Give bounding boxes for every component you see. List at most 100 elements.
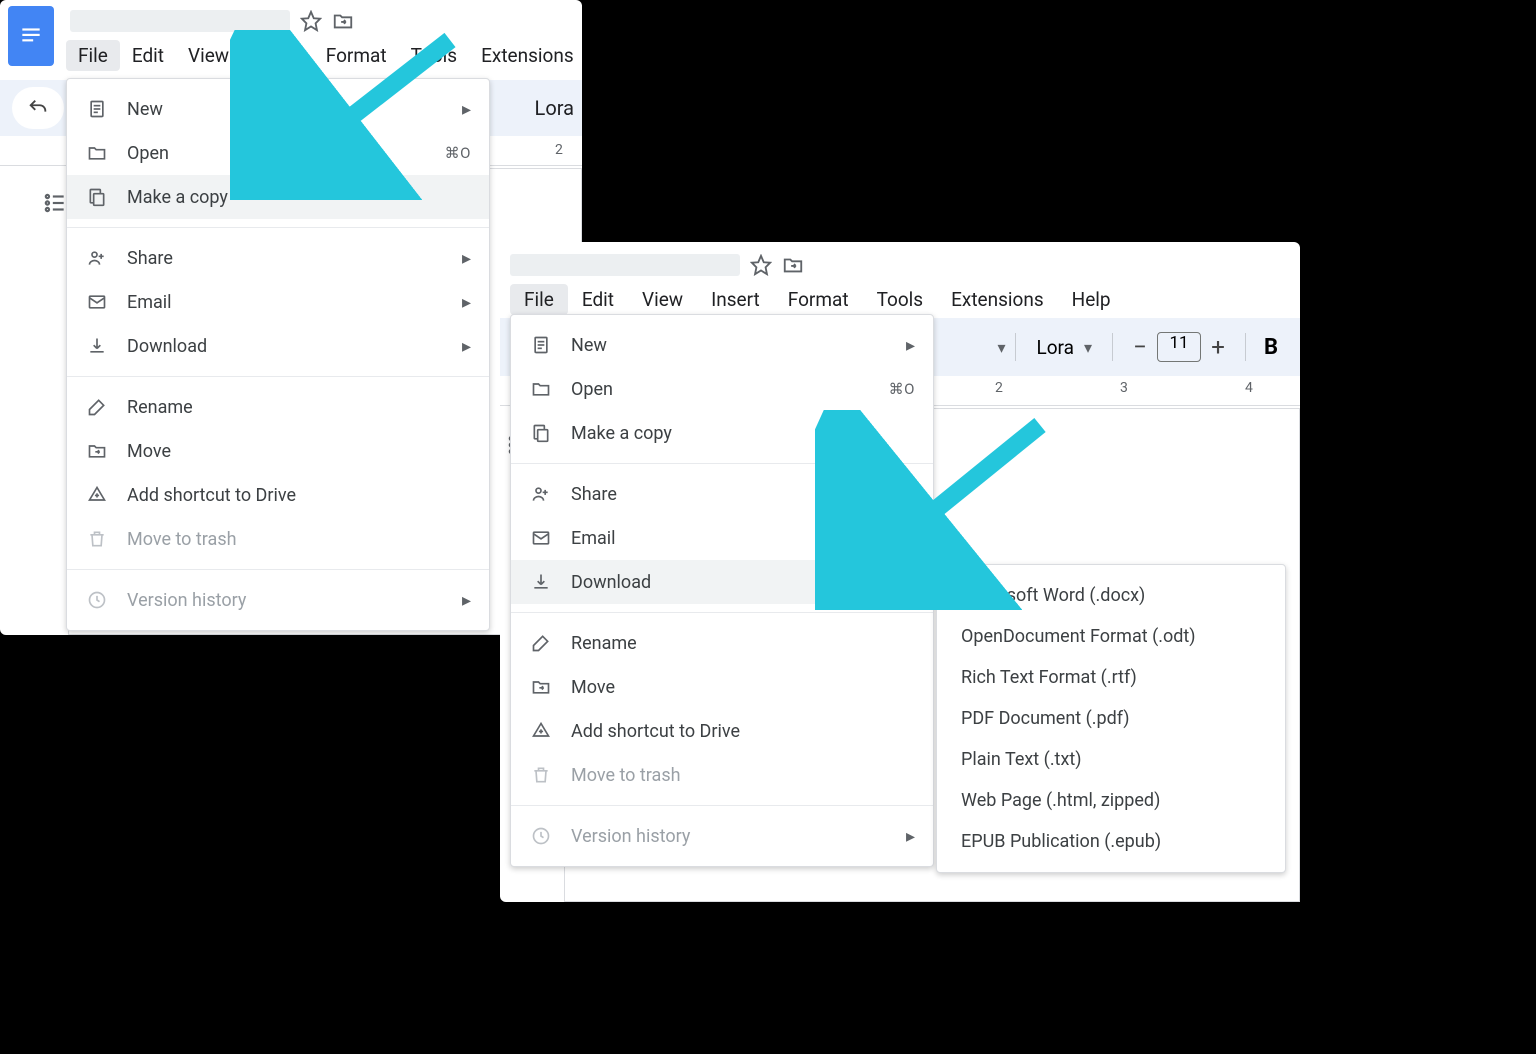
file-menu-rename[interactable]: Rename xyxy=(511,621,933,665)
menu-file[interactable]: File xyxy=(66,40,120,71)
move-icon xyxy=(85,441,109,461)
rename-icon xyxy=(85,397,109,417)
file-menu-email[interactable]: Email ▸ xyxy=(67,280,489,324)
file-menu-version-history: Version history ▸ xyxy=(511,814,933,858)
increase-font-size-button[interactable]: + xyxy=(1201,330,1235,364)
ruler-tick-4: 4 xyxy=(1245,380,1253,396)
star-icon[interactable] xyxy=(300,10,322,32)
file-menu-move[interactable]: Move xyxy=(67,429,489,473)
copy-icon xyxy=(85,187,109,207)
rename-icon xyxy=(529,633,553,653)
ruler-tick-2: 2 xyxy=(995,380,1003,396)
document-icon xyxy=(85,99,109,119)
file-menu-download[interactable]: Download ▸ xyxy=(511,560,933,604)
header: File Edit View Insert Format Tools Exten… xyxy=(500,242,1300,312)
file-menu-dropdown: New ▸ Open ⌘O Make a copy Share ▸ Email … xyxy=(510,314,934,867)
menu-tools[interactable]: Tools xyxy=(399,40,470,71)
file-menu-open[interactable]: Open ⌘O xyxy=(511,367,933,411)
screenshot-1: File Edit View Insert Format Tools Exten… xyxy=(0,0,582,635)
menu-extensions[interactable]: Extensions xyxy=(469,40,586,71)
menu-format[interactable]: Format xyxy=(774,284,863,315)
star-icon[interactable] xyxy=(750,254,772,276)
menu-item-label: Version history xyxy=(127,590,444,611)
menu-item-label: Open xyxy=(127,143,427,164)
folder-icon xyxy=(529,379,553,399)
download-docx[interactable]: Microsoft Word (.docx) xyxy=(937,575,1285,616)
menu-item-label: Download xyxy=(571,572,888,593)
chevron-right-icon: ▸ xyxy=(462,336,471,357)
menu-help[interactable]: Help xyxy=(1058,284,1125,315)
download-rtf[interactable]: Rich Text Format (.rtf) xyxy=(937,657,1285,698)
menu-item-label: Move to trash xyxy=(571,765,915,786)
ruler-tick-2: 2 xyxy=(555,142,563,158)
font-size-input[interactable]: 11 xyxy=(1157,332,1201,362)
email-icon xyxy=(529,528,553,548)
bold-button[interactable]: B xyxy=(1256,335,1286,360)
menu-item-label: Share xyxy=(127,248,444,269)
doc-title-placeholder[interactable] xyxy=(510,254,740,276)
drive-shortcut-icon xyxy=(529,721,553,741)
doc-title-placeholder[interactable] xyxy=(70,10,290,32)
menu-item-label: New xyxy=(127,99,444,120)
move-to-folder-icon[interactable] xyxy=(782,254,804,276)
file-menu-make-a-copy[interactable]: Make a copy xyxy=(67,175,489,219)
menu-format[interactable]: Format xyxy=(314,40,399,71)
menu-edit[interactable]: Edit xyxy=(120,40,176,71)
font-family-selector[interactable]: Lora ▾ xyxy=(1026,327,1102,367)
menu-insert[interactable]: Insert xyxy=(697,284,774,315)
menu-item-label: Move xyxy=(571,677,915,698)
chevron-down-icon: ▾ xyxy=(1084,338,1092,357)
file-menu-share[interactable]: Share ▸ xyxy=(67,236,489,280)
menu-tools[interactable]: Tools xyxy=(863,284,938,315)
file-menu-new[interactable]: New ▸ xyxy=(511,323,933,367)
menubar: File Edit View Insert Format Tools Exten… xyxy=(66,36,586,71)
menu-item-label: Open xyxy=(571,379,871,400)
chevron-right-icon: ▸ xyxy=(906,826,915,847)
decrease-font-size-button[interactable]: − xyxy=(1123,330,1157,364)
move-to-folder-icon[interactable] xyxy=(332,10,354,32)
file-menu-new[interactable]: New ▸ xyxy=(67,87,489,131)
trash-icon xyxy=(529,765,553,785)
menu-view[interactable]: View xyxy=(176,40,241,71)
download-html[interactable]: Web Page (.html, zipped) xyxy=(937,780,1285,821)
file-menu-open[interactable]: Open ⌘O xyxy=(67,131,489,175)
menu-insert[interactable]: Insert xyxy=(241,40,314,71)
drive-shortcut-icon xyxy=(85,485,109,505)
move-icon xyxy=(529,677,553,697)
font-name-label: Lora xyxy=(535,96,574,120)
chevron-down-icon[interactable]: ▾ xyxy=(997,338,1005,357)
outline-button[interactable] xyxy=(42,190,68,220)
ruler-tick-3: 3 xyxy=(1120,380,1128,396)
docs-logo[interactable] xyxy=(8,6,54,66)
file-menu-move-to-trash: Move to trash xyxy=(67,517,489,561)
file-menu-email[interactable]: Email ▸ xyxy=(511,516,933,560)
file-menu-add-shortcut[interactable]: Add shortcut to Drive xyxy=(511,709,933,753)
history-icon xyxy=(529,826,553,846)
font-selector[interactable]: Lora xyxy=(527,88,582,128)
download-icon xyxy=(85,336,109,356)
file-menu-download[interactable]: Download ▸ xyxy=(67,324,489,368)
download-epub[interactable]: EPUB Publication (.epub) xyxy=(937,821,1285,862)
menu-edit[interactable]: Edit xyxy=(568,284,628,315)
download-submenu: Microsoft Word (.docx) OpenDocument Form… xyxy=(936,564,1286,873)
file-menu-share[interactable]: Share ▸ xyxy=(511,472,933,516)
undo-button[interactable] xyxy=(12,87,64,129)
menu-extensions[interactable]: Extensions xyxy=(937,284,1058,315)
download-txt[interactable]: Plain Text (.txt) xyxy=(937,739,1285,780)
download-odt[interactable]: OpenDocument Format (.odt) xyxy=(937,616,1285,657)
menu-item-label: Move xyxy=(127,441,471,462)
menu-file[interactable]: File xyxy=(510,284,568,315)
file-menu-rename[interactable]: Rename xyxy=(67,385,489,429)
download-pdf[interactable]: PDF Document (.pdf) xyxy=(937,698,1285,739)
menu-item-label: Rename xyxy=(571,633,915,654)
file-menu-move[interactable]: Move xyxy=(511,665,933,709)
file-menu-add-shortcut[interactable]: Add shortcut to Drive xyxy=(67,473,489,517)
menu-item-label: Move to trash xyxy=(127,529,471,550)
chevron-right-icon: ▸ xyxy=(906,572,915,593)
file-menu-make-a-copy[interactable]: Make a copy xyxy=(511,411,933,455)
menu-item-label: Rename xyxy=(127,397,471,418)
menu-view[interactable]: View xyxy=(628,284,697,315)
menu-item-label: New xyxy=(571,335,888,356)
email-icon xyxy=(85,292,109,312)
folder-icon xyxy=(85,143,109,163)
